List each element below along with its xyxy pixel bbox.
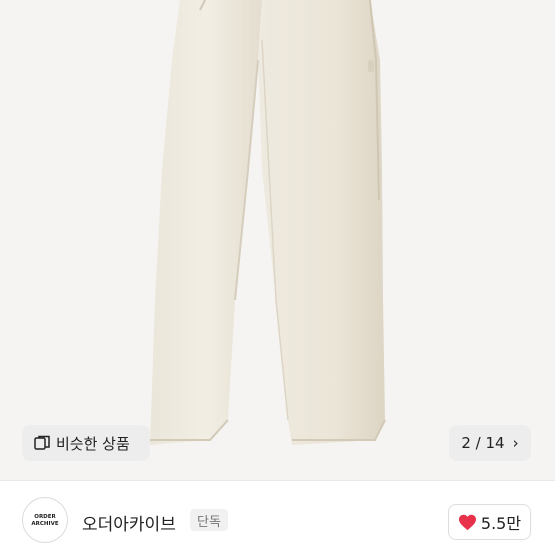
like-count: 5.5만: [480, 514, 522, 533]
like-button[interactable]: 5.5만: [448, 504, 531, 540]
chevron-right-icon: ›: [512, 434, 519, 452]
store-name[interactable]: 오더아카이브: [82, 510, 176, 535]
square-stack-icon: [34, 435, 50, 451]
image-counter-button[interactable]: 2 / 14 ›: [449, 425, 531, 461]
store-logo: ORDER ARCHIVE: [31, 514, 58, 527]
product-image[interactable]: [0, 0, 555, 480]
image-counter-text: 2 / 14: [461, 434, 505, 452]
product-photo-pants: [0, 0, 555, 480]
exclusive-badge: 단독: [190, 509, 228, 531]
similar-products-label: 비슷한 상품: [56, 434, 130, 453]
heart-icon: [458, 514, 476, 530]
svg-text:ARCHIVE: ARCHIVE: [31, 521, 58, 527]
svg-text:ORDER: ORDER: [34, 514, 56, 520]
similar-products-button[interactable]: 비슷한 상품: [22, 425, 150, 461]
store-avatar[interactable]: ORDER ARCHIVE: [22, 497, 68, 543]
